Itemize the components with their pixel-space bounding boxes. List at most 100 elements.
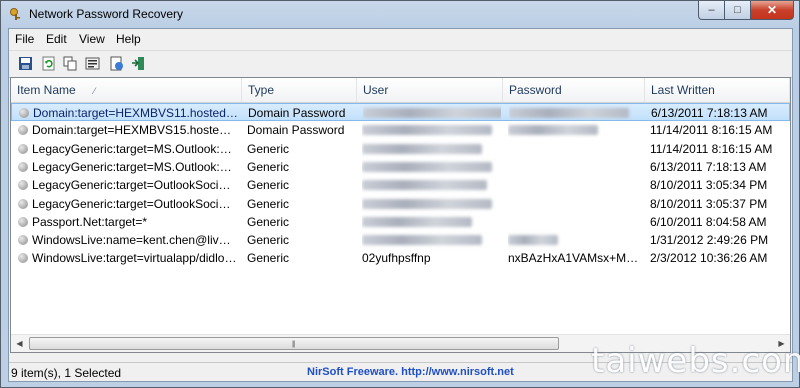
copy-button[interactable] — [62, 55, 79, 72]
cell-type: Generic — [247, 178, 290, 193]
row-status-icon — [18, 180, 28, 191]
cell-last-written: 11/14/2011 8:16:15 AM — [650, 123, 773, 138]
minimize-button[interactable]: – — [698, 1, 725, 20]
redacted-value — [508, 125, 598, 136]
menu-view[interactable]: View — [79, 32, 105, 46]
table-row[interactable]: Passport.Net:target=* Generic 6/10/2011 8:… — [11, 213, 790, 231]
table-row[interactable]: LegacyGeneric:target=MS.Outlook:kch... Ge… — [11, 140, 790, 158]
minimize-icon: – — [708, 4, 715, 16]
cell-password — [508, 176, 641, 194]
cell-type: Domain Password — [247, 123, 345, 138]
cell-last-written: 1/31/2012 2:49:26 PM — [650, 233, 769, 248]
password-list[interactable]: Item Name ⁄ Type User Password Last Writt… — [10, 77, 791, 353]
cell-type: Generic — [247, 159, 290, 174]
redacted-value — [363, 108, 501, 118]
column-user[interactable]: User — [357, 78, 503, 102]
table-row[interactable]: WindowsLive:name=kent.chen@live.c... Gene… — [11, 231, 790, 249]
table-row[interactable]: Domain:target=HEXMBVS11.hostedms... Domai… — [11, 103, 790, 121]
copy-icon — [63, 56, 77, 71]
cell-item-name: LegacyGeneric:target=MS.Outlook:kch... — [32, 141, 237, 156]
column-item-name[interactable]: Item Name ⁄ — [11, 78, 242, 102]
table-row[interactable]: LegacyGeneric:target=OutlookSocialC... Ge… — [11, 195, 790, 213]
sort-indicator-icon: ⁄ — [93, 86, 96, 96]
cell-item-name: LegacyGeneric:target=MS.Outlook:kch... — [32, 159, 237, 174]
cell-item-name: WindowsLive:target=virtualapp/didlog... — [32, 251, 237, 266]
watermark: taiwebs.com — [591, 341, 800, 381]
cell-password — [508, 158, 641, 176]
key-icon — [10, 8, 20, 20]
nirsoft-link[interactable]: NirSoft Freeware. http://www.nirsoft.net — [307, 366, 514, 378]
menu-bar: File Edit View Help — [9, 29, 792, 49]
title-bar[interactable]: Network Password Recovery – □ ✕ — [1, 1, 799, 27]
maximize-button[interactable]: □ — [724, 1, 751, 20]
cell-password — [508, 195, 641, 213]
refresh-button[interactable] — [40, 55, 57, 72]
cell-last-written: 8/10/2011 3:05:34 PM — [650, 178, 768, 193]
redacted-value — [508, 235, 558, 246]
maximize-icon: □ — [734, 4, 741, 16]
column-last-written[interactable]: Last Written — [645, 78, 790, 102]
redacted-value — [362, 143, 482, 154]
redacted-value — [362, 125, 492, 136]
save-icon — [19, 57, 32, 70]
cell-type: Generic — [247, 251, 290, 266]
scroll-thumb[interactable]: ||| — [29, 337, 559, 350]
cell-user — [362, 195, 500, 213]
column-label: Item Name — [17, 83, 76, 97]
status-count: 9 item(s), 1 Selected — [11, 366, 122, 380]
cell-password — [508, 140, 641, 158]
cell-item-name: Domain:target=HEXMBVS11.hostedms... — [33, 106, 238, 120]
cell-item-name: WindowsLive:name=kent.chen@live.c... — [32, 233, 237, 248]
redacted-value — [509, 108, 629, 118]
row-status-icon — [18, 125, 28, 136]
table-row[interactable]: LegacyGeneric:target=MS.Outlook:kch... Ge… — [11, 158, 790, 176]
redacted-value — [362, 198, 492, 209]
exit-button[interactable] — [130, 55, 147, 72]
toolbar — [9, 50, 792, 78]
cell-last-written: 6/13/2011 7:18:13 AM — [650, 159, 767, 174]
table-row[interactable]: LegacyGeneric:target=OutlookSocialC... Ge… — [11, 176, 790, 194]
cell-last-written: 6/13/2011 7:18:13 AM — [651, 106, 768, 120]
cell-last-written: 8/10/2011 3:05:37 PM — [650, 196, 768, 211]
redacted-value — [362, 216, 472, 227]
cell-type: Generic — [247, 233, 290, 248]
cell-last-written: 2/3/2012 10:36:26 AM — [650, 251, 768, 266]
window-title: Network Password Recovery — [29, 7, 184, 21]
close-button[interactable]: ✕ — [750, 1, 794, 20]
cell-password — [508, 213, 641, 231]
refresh-icon — [42, 56, 55, 71]
cell-user — [362, 231, 500, 249]
cell-item-name: Passport.Net:target=* — [32, 214, 148, 229]
row-status-icon — [19, 108, 29, 118]
redacted-value — [362, 161, 492, 172]
redacted-value — [362, 235, 482, 246]
cell-last-written: 11/14/2011 8:16:15 AM — [650, 141, 773, 156]
cell-type: Generic — [247, 141, 290, 156]
cell-password: nxBAzHxA1VAMsx+MrZ... — [508, 251, 641, 266]
table-row[interactable]: Domain:target=HEXMBVS15.hostedms... Domai… — [11, 121, 790, 139]
column-type[interactable]: Type — [242, 78, 357, 102]
grip-icon: ||| — [292, 341, 296, 348]
menu-edit[interactable]: Edit — [46, 32, 67, 46]
row-status-icon — [18, 161, 28, 172]
menu-help[interactable]: Help — [116, 32, 141, 46]
cell-user: 02yufhpsffnp — [362, 251, 431, 266]
cell-type: Generic — [247, 196, 290, 211]
cell-user — [362, 121, 500, 139]
save-button[interactable] — [17, 55, 34, 72]
html-report-button[interactable] — [108, 55, 125, 72]
row-status-icon — [18, 216, 28, 227]
cell-item-name: LegacyGeneric:target=OutlookSocialC... — [32, 196, 237, 211]
exit-icon — [132, 57, 144, 70]
cell-user — [362, 158, 500, 176]
redacted-value — [362, 180, 487, 191]
properties-button[interactable] — [84, 55, 101, 72]
table-row[interactable]: WindowsLive:target=virtualapp/didlog... G… — [11, 249, 790, 267]
cell-last-written: 6/10/2011 8:04:58 AM — [650, 214, 767, 229]
cell-password — [509, 104, 642, 122]
column-password[interactable]: Password — [503, 78, 645, 102]
menu-file[interactable]: File — [15, 32, 34, 46]
cell-password — [508, 231, 641, 249]
scroll-left-icon[interactable]: ◀ — [11, 335, 28, 352]
list-header: Item Name ⁄ Type User Password Last Writt… — [11, 78, 790, 103]
